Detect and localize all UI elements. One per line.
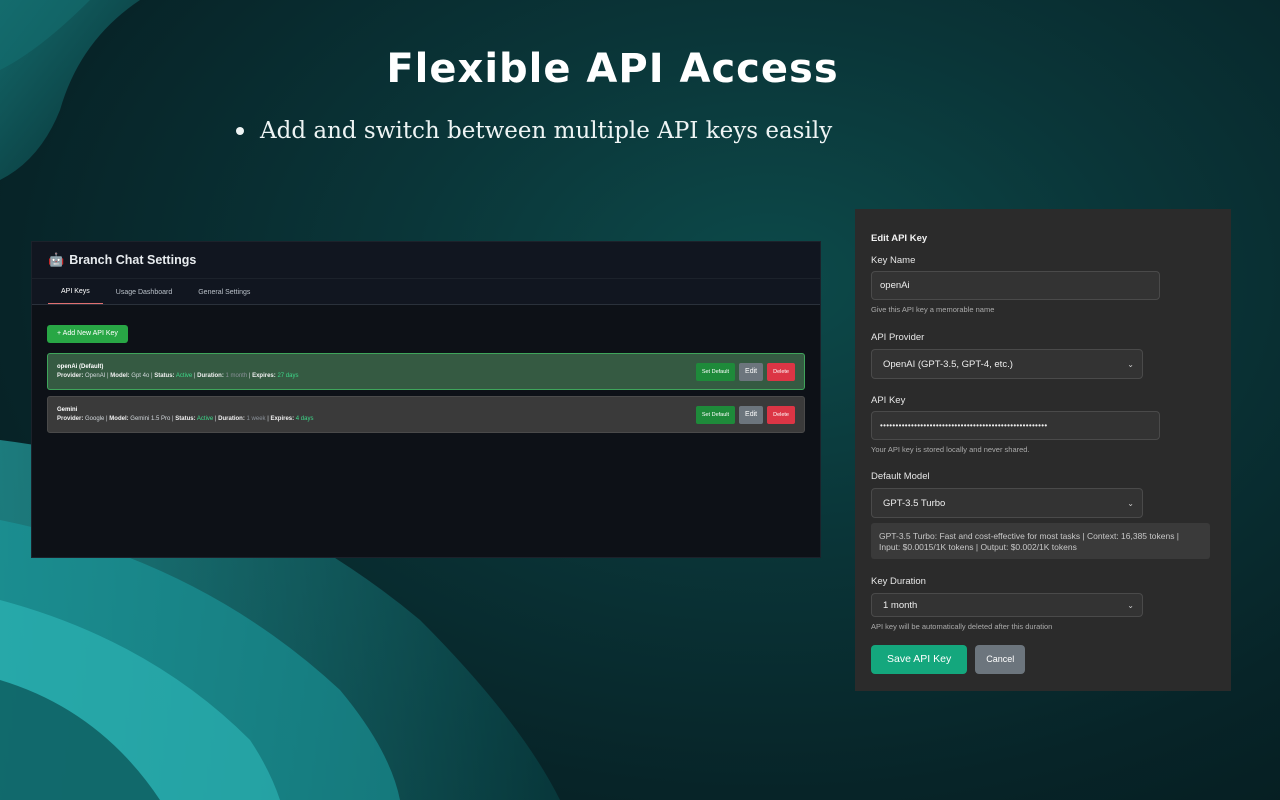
chevron-down-icon: ⌄	[1127, 498, 1134, 508]
expires-value: 27 days	[277, 373, 299, 379]
default-model-select[interactable]: GPT-3.5 Turbo ⌄	[871, 488, 1143, 518]
hero-title: Flexible API Access	[386, 46, 839, 92]
api-key-row-gemini: Gemini Provider: Google | Model: Gemini …	[47, 396, 805, 433]
key-duration-value: 1 month	[883, 599, 918, 611]
api-key-meta: Provider: Google | Model: Gemini 1.5 Pro…	[57, 416, 314, 422]
set-default-button[interactable]: Set Default	[695, 362, 736, 381]
edit-panel-buttons: Save API Key Cancel	[871, 645, 1215, 674]
key-name-value: openAi	[880, 280, 910, 291]
duration-value: 1 month	[225, 373, 248, 379]
api-key-info: Gemini Provider: Google | Model: Gemini …	[57, 407, 313, 422]
key-name-help: Give this API key a memorable name	[871, 305, 995, 314]
model-label: Model:	[109, 416, 129, 422]
provider-select-value: OpenAI (GPT-3.5, GPT-4, etc.)	[883, 358, 1013, 370]
provider-value: Google	[85, 416, 105, 422]
key-duration-help: API key will be automatically deleted af…	[871, 622, 1053, 631]
model-info-box: GPT-3.5 Turbo: Fast and cost-effective f…	[871, 523, 1210, 559]
api-key-name: Gemini	[57, 407, 78, 413]
tab-api-keys[interactable]: API Keys	[48, 288, 103, 304]
api-key-actions: Set Default Edit Delete	[695, 362, 795, 381]
edit-api-key-panel: Edit API Key Key Name openAi Give this A…	[855, 209, 1231, 691]
expires-value: 4 days	[295, 416, 314, 422]
edit-button[interactable]: Edit	[739, 405, 764, 424]
settings-title: Branch Chat Settings	[69, 253, 197, 267]
hero-bullet: Add and switch between multiple API keys…	[236, 118, 832, 144]
api-key-meta: Provider: OpenAI | Model: Gpt 4o | Statu…	[57, 373, 299, 379]
hero-bullet-text: Add and switch between multiple API keys…	[260, 118, 833, 144]
settings-body: + Add New API Key openAi (Default) Provi…	[32, 305, 820, 433]
provider-select[interactable]: OpenAI (GPT-3.5, GPT-4, etc.) ⌄	[871, 349, 1143, 379]
provider-label: Provider:	[57, 373, 84, 379]
api-key-help: Your API key is stored locally and never…	[871, 445, 1030, 454]
settings-header: 🤖 Branch Chat Settings	[32, 242, 820, 279]
chevron-down-icon: ⌄	[1127, 600, 1134, 610]
provider-label: Provider:	[57, 416, 84, 422]
tab-usage-dashboard[interactable]: Usage Dashboard	[103, 289, 185, 304]
key-name-input[interactable]: openAi	[871, 271, 1160, 300]
key-name-label: Key Name	[871, 255, 916, 266]
provider-value: OpenAI	[85, 373, 106, 379]
expires-label: Expires:	[252, 373, 276, 379]
status-value: Active	[196, 416, 214, 422]
status-label: Status:	[154, 373, 175, 379]
status-label: Status:	[175, 416, 196, 422]
duration-label: Duration:	[218, 416, 245, 422]
api-key-input[interactable]: ••••••••••••••••••••••••••••••••••••••••…	[871, 411, 1160, 440]
default-model-value: GPT-3.5 Turbo	[883, 497, 946, 509]
settings-panel: 🤖 Branch Chat Settings API Keys Usage Da…	[31, 241, 821, 558]
duration-value: 1 week	[246, 416, 266, 422]
cancel-button[interactable]: Cancel	[975, 645, 1026, 674]
delete-button[interactable]: Delete	[767, 405, 795, 424]
settings-tabs: API Keys Usage Dashboard General Setting…	[32, 279, 820, 305]
expires-label: Expires:	[270, 416, 295, 422]
default-model-label: Default Model	[871, 471, 930, 482]
model-label: Model:	[110, 373, 130, 379]
tab-general-settings[interactable]: General Settings	[185, 289, 263, 304]
key-duration-select[interactable]: 1 month ⌄	[871, 593, 1143, 617]
key-duration-label: Key Duration	[871, 576, 926, 587]
edit-panel-title: Edit API Key	[871, 233, 928, 244]
api-key-name: openAi (Default)	[57, 364, 104, 370]
model-value: Gemini 1.5 Pro	[130, 416, 171, 422]
status-value: Active	[175, 373, 193, 379]
api-key-actions: Set Default Edit Delete	[695, 405, 795, 424]
add-api-key-button[interactable]: + Add New API Key	[47, 325, 128, 343]
api-key-info: openAi (Default) Provider: OpenAI | Mode…	[57, 364, 298, 379]
chevron-down-icon: ⌄	[1127, 359, 1134, 369]
duration-label: Duration:	[197, 373, 224, 379]
save-api-key-button[interactable]: Save API Key	[871, 645, 968, 674]
set-default-button[interactable]: Set Default	[695, 405, 736, 424]
api-key-label: API Key	[871, 395, 906, 406]
delete-button[interactable]: Delete	[767, 362, 795, 381]
api-key-row-openai: openAi (Default) Provider: OpenAI | Mode…	[47, 353, 805, 390]
robot-icon: 🤖	[48, 252, 65, 267]
provider-label: API Provider	[871, 332, 925, 343]
api-key-value: ••••••••••••••••••••••••••••••••••••••••…	[880, 421, 1048, 430]
edit-button[interactable]: Edit	[739, 362, 764, 381]
bullet-dot-icon	[236, 127, 244, 135]
model-value: Gpt 4o	[131, 373, 150, 379]
